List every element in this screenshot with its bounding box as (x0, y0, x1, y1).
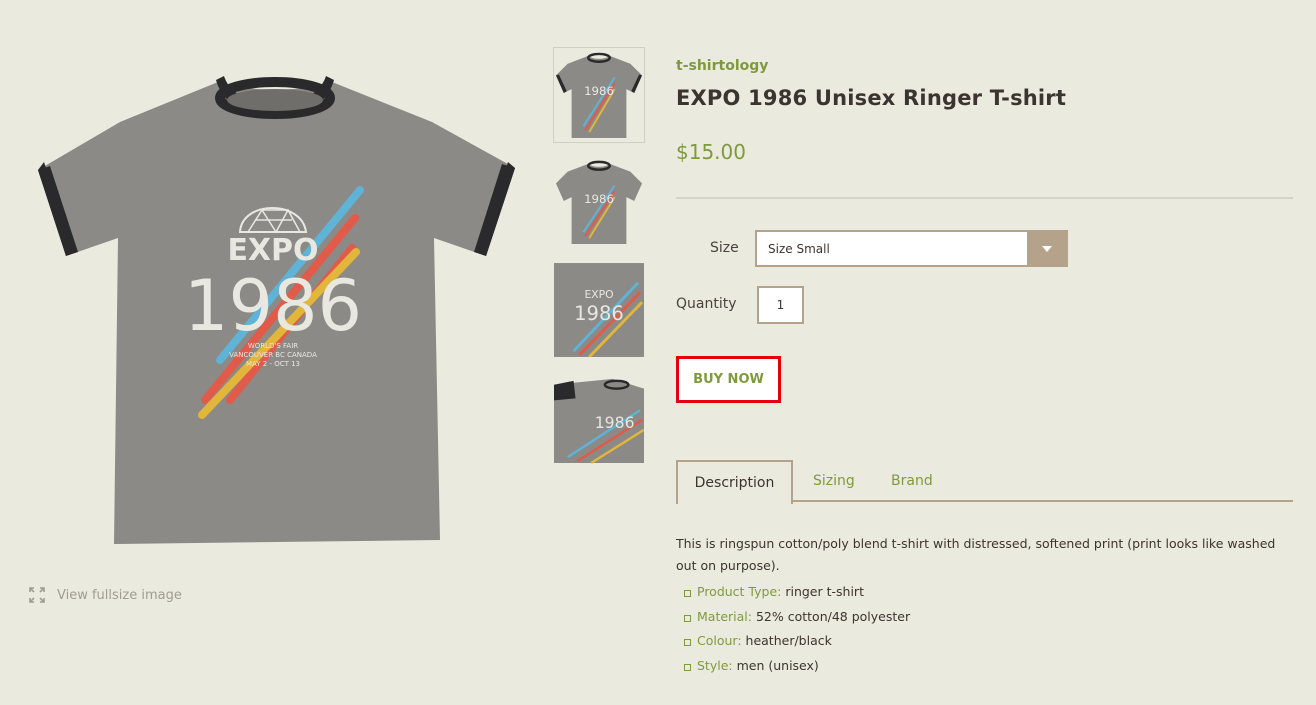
shirt-print-line1: WORLD'S FAIR (248, 342, 298, 350)
size-select[interactable]: Size Small (755, 230, 1068, 267)
list-item: Product Type: ringer t-shirt (676, 580, 1296, 605)
svg-text:1986: 1986 (595, 413, 635, 432)
thumbnail-closeup[interactable]: EXPO 1986 (553, 262, 645, 358)
thumbnail-front[interactable]: 1986 (553, 47, 645, 143)
quantity-label: Quantity (676, 296, 737, 312)
view-fullsize-label: View fullsize image (57, 587, 182, 603)
expand-icon (29, 587, 45, 603)
shirt-print-word: EXPO (227, 233, 318, 268)
quantity-input[interactable] (757, 286, 804, 324)
description-panel: This is ringspun cotton/poly blend t-shi… (676, 533, 1296, 678)
product-price: $15.00 (676, 140, 746, 164)
svg-text:1986: 1986 (584, 84, 614, 98)
list-item: Material: 52% cotton/48 polyester (676, 605, 1296, 630)
svg-text:1986: 1986 (584, 192, 614, 206)
tab-description[interactable]: Description (676, 460, 793, 504)
svg-text:EXPO: EXPO (584, 288, 613, 301)
list-item: Style: men (unisex) (676, 654, 1296, 679)
shirt-print-line2: VANCOUVER BC CANADA (229, 351, 317, 359)
tab-sizing[interactable]: Sizing (813, 460, 855, 502)
main-product-image[interactable]: EXPO 1986 WORLD'S FAIR VANCOUVER BC CANA… (30, 70, 520, 550)
svg-text:1986: 1986 (574, 302, 624, 325)
thumbnail-front-alt[interactable]: 1986 (553, 153, 645, 249)
buy-now-button[interactable]: BUY NOW (676, 356, 781, 403)
product-title: EXPO 1986 Unisex Ringer T-shirt (676, 86, 1067, 110)
shirt-print-line3: MAY 2 - OCT 13 (246, 360, 300, 368)
size-select-value: Size Small (768, 241, 830, 256)
list-item: Colour: heather/black (676, 629, 1296, 654)
size-label: Size (710, 240, 739, 256)
description-text: This is ringspun cotton/poly blend t-shi… (676, 536, 1276, 573)
view-fullsize-link[interactable]: View fullsize image (29, 587, 182, 603)
thumbnail-folded[interactable]: 1986 (553, 370, 645, 466)
chevron-down-icon[interactable] (1027, 232, 1066, 265)
vendor-link[interactable]: t-shirtology (676, 58, 768, 74)
tab-brand[interactable]: Brand (891, 460, 933, 502)
spec-list: Product Type: ringer t-shirt Material: 5… (676, 580, 1296, 678)
shirt-print-year: 1986 (184, 265, 362, 347)
product-tabs: Description Sizing Brand (676, 460, 1293, 504)
divider (676, 197, 1293, 199)
